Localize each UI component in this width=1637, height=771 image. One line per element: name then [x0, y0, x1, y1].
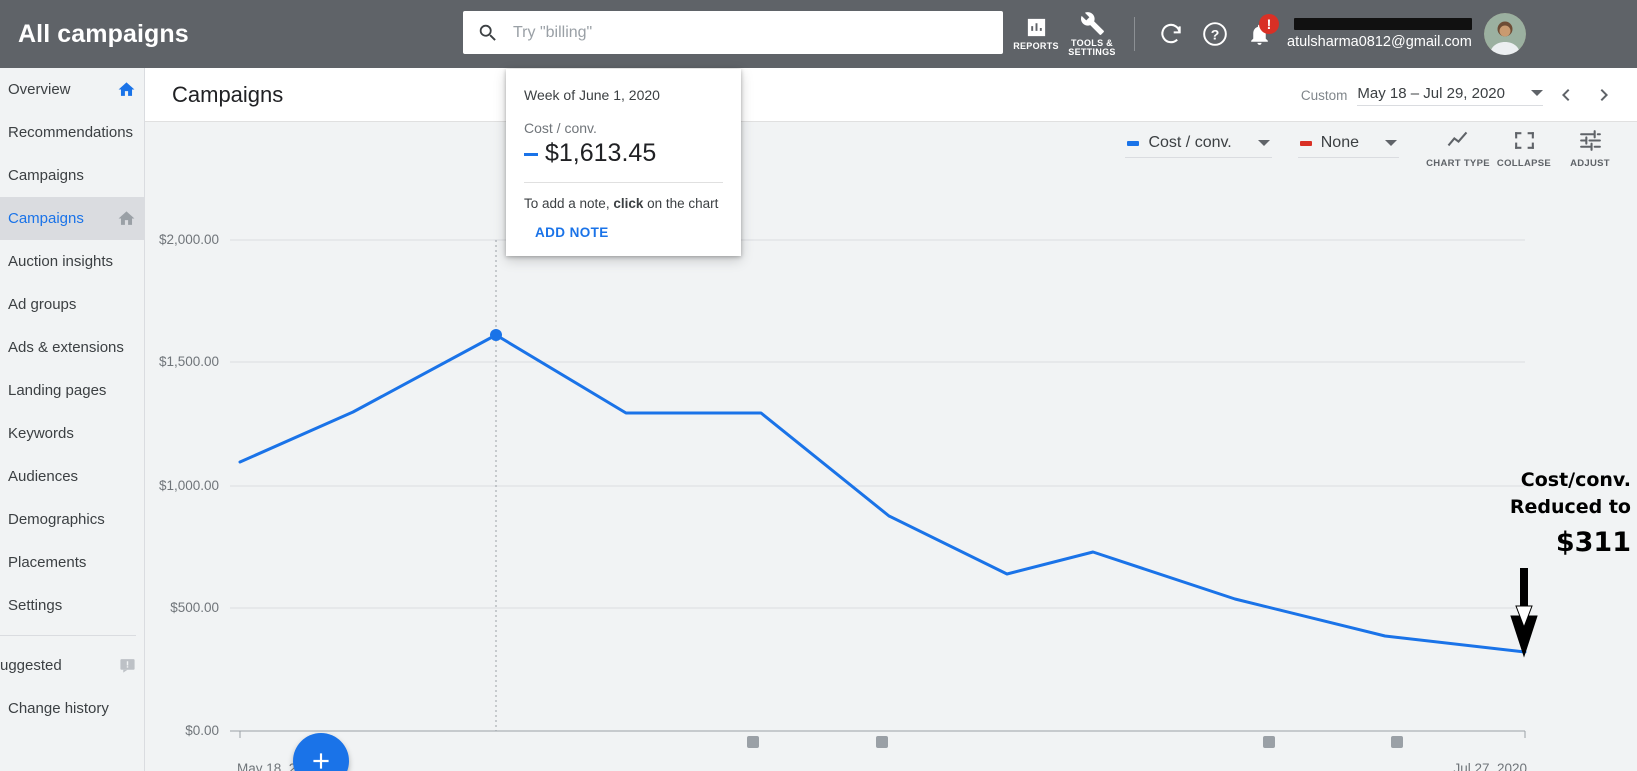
sidebar-item-campaigns[interactable]: Campaigns [0, 197, 144, 240]
chart-hover-point [490, 329, 502, 341]
home-icon [117, 209, 136, 228]
sidebar-item-overview[interactable]: Overview [0, 68, 144, 111]
sidebar-item-label: Ads & extensions [8, 339, 136, 356]
annotation-arrow [1511, 568, 1537, 656]
tooltip-note-bold: click [613, 196, 643, 211]
search-input[interactable] [513, 24, 1003, 42]
main-content: Campaigns Custom May 18 – Jul 29, 2020 C [145, 68, 1637, 771]
note-marker [876, 736, 888, 748]
search-icon [477, 22, 499, 44]
sidebar-item-change-history[interactable]: Change history [0, 687, 144, 730]
sidebar-item-label: Recommendations [8, 124, 136, 141]
chart-gridlines [230, 240, 1525, 731]
tooltip-note-suffix: on the chart [643, 196, 718, 211]
y-tick-label: $500.00 [170, 600, 219, 615]
top-bar: All campaigns REPORTS TOOLS & SETTINGS [0, 0, 1637, 68]
sidebar-item-suggested[interactable]: uggested [0, 644, 144, 687]
sidebar-item-label: Placements [8, 554, 136, 571]
sidebar-item-label: Landing pages [8, 382, 136, 399]
sidebar-item-demographics[interactable]: Demographics [0, 498, 144, 541]
add-note-button[interactable]: ADD NOTE [535, 225, 609, 240]
svg-text:?: ? [1211, 26, 1220, 42]
sidebar-item-label: Keywords [8, 425, 136, 442]
account-name-redacted [1294, 18, 1472, 30]
chart-y-axis-labels: $2,000.00 $1,500.00 $1,000.00 $500.00 $0… [159, 232, 219, 738]
reports-button[interactable]: REPORTS [1008, 5, 1064, 63]
refresh-button[interactable] [1149, 12, 1193, 56]
sidebar: Overview Recommendations Campaigns Campa… [0, 68, 145, 771]
chart-x-axis-labels: May 18, 2020 Jul 27, 2020 [237, 761, 1527, 771]
sidebar-item-placements[interactable]: Placements [0, 541, 144, 584]
sidebar-item-label: Change history [8, 700, 136, 717]
y-tick-label: $1,500.00 [159, 354, 219, 369]
sidebar-item-landing-pages[interactable]: Landing pages [0, 369, 144, 412]
reports-label: REPORTS [1013, 42, 1059, 51]
sidebar-item-label: Campaigns [8, 210, 117, 227]
notification-badge: ! [1259, 14, 1279, 34]
sidebar-item-keywords[interactable]: Keywords [0, 412, 144, 455]
y-tick-label: $0.00 [185, 723, 219, 738]
x-tick-label: Jul 27, 2020 [1453, 761, 1527, 771]
tooltip-date: Week of June 1, 2020 [524, 87, 723, 103]
sidebar-item-campaigns-group[interactable]: Campaigns [0, 154, 144, 197]
sidebar-item-ads-extensions[interactable]: Ads & extensions [0, 326, 144, 369]
tooltip-note-prefix: To add a note, [524, 196, 613, 211]
note-marker [747, 736, 759, 748]
cost-per-conversion-line-chart[interactable]: $2,000.00 $1,500.00 $1,000.00 $500.00 $0… [145, 122, 1637, 771]
tooltip-metric-name: Cost / conv. [524, 120, 723, 136]
sidebar-divider [0, 635, 136, 636]
tools-label: TOOLS & SETTINGS [1068, 39, 1115, 58]
sidebar-item-label: Campaigns [8, 167, 136, 184]
y-tick-label: $2,000.00 [159, 232, 219, 247]
toolbar-divider [1134, 17, 1135, 51]
tools-label-line2: SETTINGS [1068, 47, 1115, 57]
app-title: All campaigns [18, 20, 189, 49]
account-info[interactable]: atulsharma0812@gmail.com [1287, 5, 1472, 63]
help-button[interactable]: ? [1193, 12, 1237, 56]
sidebar-item-label: Settings [8, 597, 136, 614]
tooltip-note-hint: To add a note, click on the chart [524, 196, 723, 211]
date-range-mode: Custom [1301, 88, 1348, 103]
top-bar-actions: REPORTS TOOLS & SETTINGS ? [1008, 0, 1536, 68]
tools-and-settings-button[interactable]: TOOLS & SETTINGS [1064, 5, 1120, 63]
previous-period-button[interactable] [1551, 80, 1581, 110]
tooltip-divider [524, 182, 723, 183]
sidebar-item-label: Ad groups [8, 296, 136, 313]
page-header: Campaigns Custom May 18 – Jul 29, 2020 [145, 68, 1637, 122]
date-range-value: May 18 – Jul 29, 2020 [1357, 85, 1505, 102]
tooltip-series-dash-icon [524, 153, 538, 156]
sidebar-item-label: uggested [0, 657, 119, 674]
sidebar-item-settings[interactable]: Settings [0, 584, 144, 627]
note-marker [1391, 736, 1403, 748]
sidebar-item-ad-groups[interactable]: Ad groups [0, 283, 144, 326]
sidebar-item-label: Auction insights [8, 253, 136, 270]
sidebar-item-recommendations[interactable]: Recommendations [0, 111, 144, 154]
y-tick-label: $1,000.00 [159, 478, 219, 493]
page-title: Campaigns [172, 82, 283, 108]
note-marker [1263, 736, 1275, 748]
date-range-control: Custom May 18 – Jul 29, 2020 [1301, 68, 1619, 122]
sidebar-item-auction-insights[interactable]: Auction insights [0, 240, 144, 283]
date-range-picker[interactable]: May 18 – Jul 29, 2020 [1357, 85, 1543, 106]
chart-area[interactable]: $2,000.00 $1,500.00 $1,000.00 $500.00 $0… [145, 122, 1637, 771]
chart-tooltip[interactable]: Week of June 1, 2020 Cost / conv. $1,613… [506, 69, 741, 256]
sidebar-item-label: Overview [8, 81, 117, 98]
notes-badge-icon [119, 657, 136, 674]
next-period-button[interactable] [1589, 80, 1619, 110]
account-email: atulsharma0812@gmail.com [1287, 34, 1472, 50]
sidebar-item-audiences[interactable]: Audiences [0, 455, 144, 498]
chevron-down-icon [1531, 90, 1543, 96]
tooltip-value-row: $1,613.45 [524, 139, 723, 168]
avatar[interactable] [1484, 13, 1526, 55]
search-bar[interactable] [463, 11, 1003, 54]
tooltip-value: $1,613.45 [545, 139, 656, 168]
notifications-button[interactable]: ! [1237, 12, 1281, 56]
home-icon [117, 80, 136, 99]
google-ads-app: All campaigns REPORTS TOOLS & SETTINGS [0, 0, 1637, 771]
chart-series-line [240, 335, 1525, 652]
sidebar-item-label: Audiences [8, 468, 136, 485]
chart-note-markers [747, 736, 1403, 748]
sidebar-item-label: Demographics [8, 511, 136, 528]
